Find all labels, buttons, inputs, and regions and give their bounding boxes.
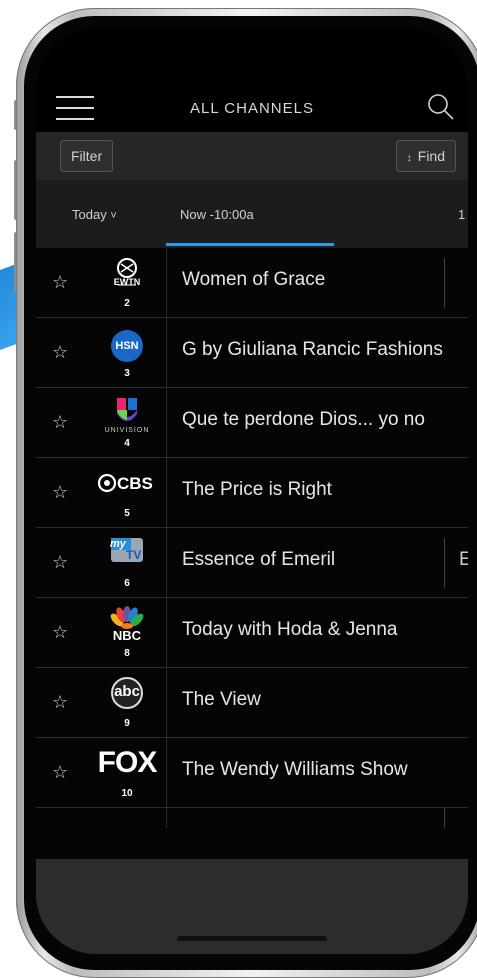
favorite-star-icon[interactable]: ☆ bbox=[52, 342, 68, 363]
app-header: ALL CHANNELS bbox=[36, 84, 468, 132]
cbs-eye-logo bbox=[98, 474, 116, 492]
program-title[interactable]: The Wendy Williams Show bbox=[182, 759, 408, 781]
channel-logo-cell[interactable]: NBC 8 bbox=[88, 598, 166, 668]
favorite-star-icon[interactable]: ☆ bbox=[52, 622, 68, 643]
column-divider bbox=[166, 318, 167, 388]
program-title[interactable]: The View bbox=[182, 689, 261, 711]
channel-number: 3 bbox=[124, 368, 130, 379]
channel-row: ☆ NBC 8 Today with Hoda & Jenna bbox=[36, 598, 468, 668]
channel-row: ☆ FOX 10 The Wendy Williams Show bbox=[36, 738, 468, 808]
column-divider bbox=[166, 598, 167, 668]
channel-number: 5 bbox=[124, 508, 130, 519]
favorite-star-icon[interactable]: ☆ bbox=[52, 482, 68, 503]
toolbar: Filter ↕ Find bbox=[36, 132, 468, 180]
favorite-star-icon[interactable]: ☆ bbox=[52, 412, 68, 433]
channel-logo-cell[interactable]: FOX 10 bbox=[88, 738, 166, 808]
time-bar: Today ˅ Now -10:00a 1 bbox=[36, 180, 468, 248]
day-selector[interactable]: Today ˅ bbox=[72, 207, 117, 222]
program-title[interactable]: Essence of Emeril bbox=[182, 549, 335, 571]
channel-logo-text: NBC bbox=[112, 628, 142, 643]
channel-logo-text: EWTN bbox=[113, 277, 141, 287]
favorite-star-icon[interactable]: ☆ bbox=[52, 552, 68, 573]
channel-row: ☆ CBS 5 The Price is Right bbox=[36, 458, 468, 528]
program-title[interactable]: Que te perdone Dios... yo no bbox=[182, 409, 425, 431]
channel-number: 2 bbox=[124, 298, 130, 309]
day-label: Today bbox=[72, 207, 107, 222]
channel-row: ☆ HSN 3 G by Giuliana Rancic Fashions bbox=[36, 318, 468, 388]
program-title[interactable]: G by Giuliana Rancic Fashions bbox=[182, 339, 443, 361]
next-program-divider bbox=[444, 258, 445, 308]
column-divider bbox=[166, 248, 167, 318]
favorite-star-icon[interactable]: ☆ bbox=[52, 692, 68, 713]
active-time-indicator bbox=[166, 243, 334, 246]
program-title[interactable]: Women of Grace bbox=[182, 269, 325, 291]
column-divider bbox=[166, 668, 167, 738]
search-icon[interactable] bbox=[426, 92, 456, 122]
filter-button[interactable]: Filter bbox=[60, 140, 114, 172]
channel-logo-text: my bbox=[110, 538, 126, 550]
channel-logo-cell[interactable]: EWTN 2 bbox=[88, 248, 166, 318]
channel-row: ☆ UNIVISION 4 Que te perdone Dios... yo … bbox=[36, 388, 468, 458]
channel-row-partial bbox=[36, 808, 468, 860]
channel-logo-cell[interactable]: HSN 3 bbox=[88, 318, 166, 388]
channel-logo-text-2: TV bbox=[126, 548, 142, 562]
channel-logo-cell[interactable]: CBS 5 bbox=[88, 458, 166, 528]
chevron-down-icon: ˅ bbox=[110, 210, 117, 222]
next-program-divider bbox=[444, 538, 445, 588]
channel-row: ☆ my TV 6 Essence of Emeril E bbox=[36, 528, 468, 598]
channel-logo-text: UNIVISION bbox=[104, 427, 150, 434]
time-slot-now[interactable]: Now -10:00a bbox=[180, 207, 254, 222]
univision-logo bbox=[117, 398, 137, 421]
channel-logo-cell[interactable]: UNIVISION 4 bbox=[88, 388, 166, 458]
sort-arrows-icon: ↕ bbox=[406, 153, 412, 164]
next-program-divider bbox=[444, 808, 445, 828]
channel-logo-cell[interactable]: abc 9 bbox=[88, 668, 166, 738]
favorite-star-icon[interactable]: ☆ bbox=[52, 762, 68, 783]
channel-row: ☆ EWTN 2 Women of Grace bbox=[36, 248, 468, 318]
program-title[interactable]: Today with Hoda & Jenna bbox=[182, 619, 397, 641]
channel-number: 4 bbox=[124, 438, 130, 449]
find-button-label: Find bbox=[417, 148, 445, 164]
next-program-peek[interactable]: E bbox=[459, 549, 468, 571]
channel-logo-text: FOX bbox=[97, 746, 158, 779]
favorite-star-icon[interactable]: ☆ bbox=[52, 272, 68, 293]
channel-logo-cell[interactable]: my TV 6 bbox=[88, 528, 166, 598]
column-divider bbox=[166, 388, 167, 458]
nbc-peacock-logo bbox=[110, 606, 144, 629]
channel-number: 10 bbox=[121, 788, 133, 799]
channel-logo-text: CBS bbox=[117, 474, 153, 493]
find-button[interactable]: ↕ Find bbox=[395, 140, 456, 172]
time-slot-next[interactable]: 1 bbox=[458, 207, 465, 222]
phone-screen: ALL CHANNELS Filter ↕ Find Today ˅ Now -1… bbox=[36, 28, 468, 954]
channel-number: 8 bbox=[124, 648, 130, 659]
home-indicator[interactable] bbox=[177, 936, 327, 941]
channel-number: 9 bbox=[124, 718, 130, 729]
program-title[interactable]: The Price is Right bbox=[182, 479, 332, 501]
channel-number: 6 bbox=[124, 578, 130, 589]
page-title: ALL CHANNELS bbox=[190, 100, 314, 117]
column-divider bbox=[166, 738, 167, 808]
column-divider bbox=[166, 458, 167, 528]
channel-grid: ☆ EWTN 2 Women of Grace ☆ HSN 3 G by Giu… bbox=[36, 248, 468, 860]
ewtn-logo bbox=[117, 258, 137, 286]
column-divider bbox=[166, 808, 167, 828]
channel-logo-text: HSN bbox=[115, 340, 139, 352]
notch bbox=[137, 28, 369, 70]
channel-logo-text: abc bbox=[114, 683, 140, 700]
column-divider bbox=[166, 528, 167, 598]
channel-row: ☆ abc 9 The View bbox=[36, 668, 468, 738]
